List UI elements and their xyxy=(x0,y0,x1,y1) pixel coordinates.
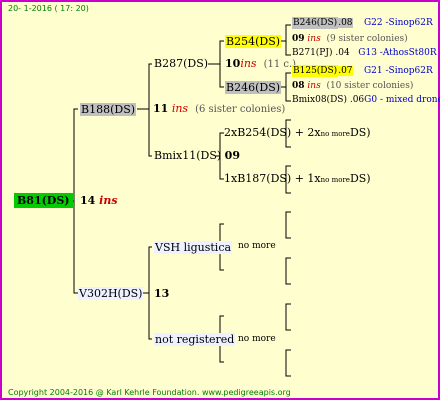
node-1xb187: 1xB187(DS) + 1xno moreDS) xyxy=(224,173,371,184)
b271-origin-link[interactable]: G13 -AthosSt80R xyxy=(358,48,436,58)
x254-more: no more xyxy=(320,130,350,138)
x187-close: DS) xyxy=(349,172,371,185)
b246a-num: .08 xyxy=(338,18,353,28)
node-bmix08-row: Bmix08(DS) .06G0 - mixed drone xyxy=(292,96,440,105)
node-b246-father[interactable]: B246(DS) xyxy=(225,81,282,94)
bmix08-num: .06 xyxy=(349,95,365,105)
bmix08-origin-link[interactable]: G0 - mixed drone xyxy=(364,95,440,105)
g09a-ins: ins xyxy=(307,34,321,44)
vsh-no-more: no more xyxy=(238,241,276,251)
node-b188-info: 11 ins (6 sister colonies) xyxy=(153,103,285,115)
report-timestamp: 20- 1-2016 ( 17: 20) xyxy=(8,4,89,13)
bmix11-gen: 09 xyxy=(224,149,240,162)
root-gen-number: 14 xyxy=(80,194,96,207)
node-v302h[interactable]: V302H(DS) xyxy=(78,287,144,300)
x254-close: DS) xyxy=(349,126,371,139)
copyright-footer: Copyright 2004-2016 @ Karl Kehrle Founda… xyxy=(8,388,291,397)
node-not-registered[interactable]: not registered xyxy=(154,333,236,346)
b271-label[interactable]: B271(PJ) xyxy=(292,48,332,58)
b271-num: .04 xyxy=(335,48,350,58)
node-2xb254: 2xB254(DS) + 2xno moreDS) xyxy=(224,127,371,138)
bmix11-label[interactable]: Bmix11(DS) xyxy=(154,149,221,162)
pedigree-page: 20- 1-2016 ( 17: 20) B81(DS) 14 ins B188… xyxy=(0,0,440,400)
bmix08-label[interactable]: Bmix08(DS) xyxy=(292,95,347,105)
b246a-label[interactable]: B246(DS) xyxy=(292,17,339,29)
b125-origin-link[interactable]: G21 -Sinop62R xyxy=(364,66,433,76)
b246b-note: (10 sister colonies) xyxy=(326,81,414,91)
node-b254-info: 10ins (11 c.) xyxy=(225,58,296,70)
b246b-ins: ins xyxy=(307,81,321,91)
root-ins-marker: ins xyxy=(99,194,118,207)
x187-text[interactable]: 1xB187(DS) + 1x xyxy=(224,172,321,185)
node-b188[interactable]: B188(DS) xyxy=(80,103,137,116)
b188-gen: 11 xyxy=(153,102,169,115)
b188-ins: ins xyxy=(171,102,189,115)
g09a-note: (9 sister colonies) xyxy=(326,34,408,44)
node-bmix11: Bmix11(DS) 09 xyxy=(154,150,240,161)
node-09-info: 09 ins (9 sister colonies) xyxy=(292,35,408,44)
b254-ins: ins xyxy=(240,57,257,70)
x187-more: no more xyxy=(320,176,350,184)
node-b246-row: B246(DS).08 G22 -Sinop62R xyxy=(292,17,433,29)
b125-label[interactable]: B125(DS) xyxy=(292,65,339,77)
g09a-gen: 09 xyxy=(292,34,305,44)
b188-sister-note: (6 sister colonies) xyxy=(195,104,286,115)
node-b287[interactable]: B287(DS) xyxy=(154,58,208,69)
node-b254[interactable]: B254(DS) xyxy=(225,35,282,48)
b125-num: .07 xyxy=(338,66,353,76)
x254-text[interactable]: 2xB254(DS) + 2x xyxy=(224,126,321,139)
notreg-no-more: no more xyxy=(238,334,276,344)
root-generation: 14 ins xyxy=(80,195,118,206)
root-queen-label[interactable]: B81(DS) xyxy=(14,193,73,208)
node-b125-row: B125(DS).07 G21 -Sinop62R xyxy=(292,65,433,77)
b246a-origin-link[interactable]: G22 -Sinop62R xyxy=(364,18,433,28)
node-vsh-ligustica[interactable]: VSH ligustica xyxy=(154,241,233,254)
v302h-gen: 13 xyxy=(154,287,170,300)
node-b271-row: B271(PJ) .04 G13 -AthosSt80R xyxy=(292,49,437,58)
b246b-gen: 08 xyxy=(292,81,305,91)
node-08-info: 08 ins (10 sister colonies) xyxy=(292,82,413,91)
b254-gen: 10 xyxy=(225,57,241,70)
